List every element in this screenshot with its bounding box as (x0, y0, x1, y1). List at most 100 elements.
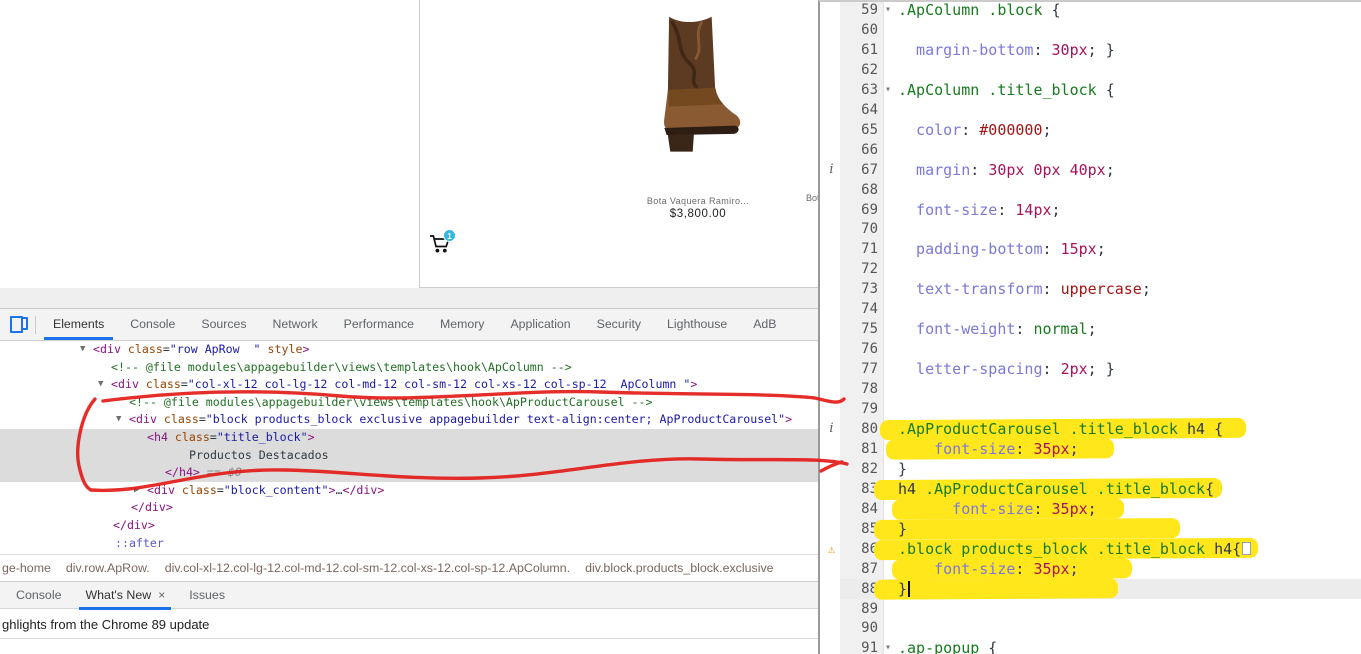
drawer-tab-close-icon[interactable]: × (158, 588, 165, 602)
drawer-tab-what-s-new[interactable]: What's New× (73, 582, 177, 609)
devtools-tab-lighthouse[interactable]: Lighthouse (654, 309, 740, 340)
code-line[interactable]: h4 .ApProductCarousel .title_block{ (898, 479, 1361, 499)
line-number[interactable]: 59 (840, 0, 878, 20)
line-number[interactable]: 86 (840, 539, 878, 559)
line-number[interactable]: 79 (840, 399, 878, 419)
expand-arrow-icon[interactable]: ▶ (134, 482, 139, 500)
line-number[interactable]: 76 (840, 339, 878, 359)
code-line[interactable] (898, 399, 1361, 419)
cart-button[interactable]: 1 (429, 234, 459, 262)
code-line[interactable]: } (898, 579, 1361, 599)
code-line[interactable] (898, 60, 1361, 80)
code-line[interactable]: color: #000000; (898, 120, 1361, 140)
elements-tree-row[interactable]: Productos Destacados (0, 447, 818, 465)
line-number[interactable]: 74 (840, 299, 878, 319)
line-number[interactable]: 83 (840, 479, 878, 499)
fold-arrow-icon[interactable]: ▾ (885, 638, 891, 654)
devtools-tab-adb[interactable]: AdB (740, 309, 789, 340)
line-number[interactable]: 80 (840, 419, 878, 439)
elements-tree-row[interactable]: ▶<div class="block_content">…</div> (0, 482, 818, 500)
code-line[interactable]: } (898, 459, 1361, 479)
code-line[interactable] (898, 219, 1361, 239)
line-number[interactable]: 77 (840, 359, 878, 379)
code-line[interactable]: .ap-popup { (898, 638, 1361, 654)
code-line[interactable]: .ApColumn .block { (898, 0, 1361, 20)
devtools-tab-network[interactable]: Network (260, 309, 331, 340)
drawer-tab-console[interactable]: Console (4, 582, 73, 609)
code-line[interactable]: font-size: 35px; (898, 439, 1361, 459)
line-number[interactable]: 68 (840, 180, 878, 200)
breadcrumb-item[interactable]: div.row.ApRow. (66, 561, 150, 575)
code-line[interactable] (898, 20, 1361, 40)
code-line[interactable] (898, 140, 1361, 160)
breadcrumb-item[interactable]: div.block.products_block.exclusive (585, 561, 773, 575)
line-number[interactable]: 62 (840, 60, 878, 80)
product-tile[interactable]: Bota Vaquera Ramiro... $3,800.00 (618, 8, 778, 228)
elements-tree-row[interactable]: </div> (0, 517, 818, 535)
code-line[interactable] (898, 259, 1361, 279)
line-number[interactable]: 84 (840, 499, 878, 519)
elements-tree-row[interactable]: ▼<div class="row ApRow " style> (0, 341, 818, 359)
line-number[interactable]: 66 (840, 140, 878, 160)
product-image-boot[interactable] (628, 12, 748, 154)
elements-tree-row[interactable]: </div> (0, 499, 818, 517)
line-number[interactable]: 85 (840, 519, 878, 539)
warning-icon[interactable]: ⚠ (824, 539, 839, 559)
info-icon[interactable]: i (824, 419, 839, 439)
code-line[interactable] (898, 299, 1361, 319)
fold-arrow-icon[interactable]: ▾ (885, 80, 891, 100)
code-line[interactable] (898, 379, 1361, 399)
code-line[interactable]: text-transform: uppercase; (898, 279, 1361, 299)
expand-arrow-icon[interactable]: ▼ (98, 376, 103, 394)
elements-tree-row[interactable]: <h4 class="title_block"> (0, 429, 818, 447)
fold-arrow-icon[interactable]: ▾ (885, 0, 891, 20)
line-number[interactable]: 87 (840, 559, 878, 579)
expand-arrow-icon[interactable]: ▼ (80, 341, 85, 359)
devtools-tab-application[interactable]: Application (497, 309, 583, 340)
code-line[interactable]: font-size: 35px; (898, 559, 1361, 579)
breadcrumb-item[interactable]: div.col-xl-12.col-lg-12.col-md-12.col-sm… (165, 561, 570, 575)
devtools-tab-console[interactable]: Console (117, 309, 188, 340)
code-line[interactable]: padding-bottom: 15px; (898, 239, 1361, 259)
devtools-tab-sources[interactable]: Sources (188, 309, 259, 340)
line-number[interactable]: 60 (840, 20, 878, 40)
line-number[interactable]: 88 (840, 579, 878, 599)
line-number[interactable]: 65 (840, 120, 878, 140)
code-line[interactable]: font-size: 35px; (898, 499, 1361, 519)
line-number[interactable]: 91 (840, 638, 878, 654)
devtools-tab-security[interactable]: Security (584, 309, 654, 340)
line-number[interactable]: 82 (840, 459, 878, 479)
elements-tree-row[interactable]: <!-- @file modules\appagebuilder\views\t… (0, 394, 818, 412)
elements-tree-row[interactable]: <!-- @file modules\appagebuilder\views\t… (0, 359, 818, 377)
line-number[interactable]: 90 (840, 618, 878, 638)
elements-tree-row[interactable]: ::after (0, 535, 818, 553)
code-line[interactable]: letter-spacing: 2px; } (898, 359, 1361, 379)
expand-arrow-icon[interactable]: ▼ (116, 411, 121, 429)
drawer-tab-issues[interactable]: Issues (177, 582, 237, 609)
line-number[interactable]: 78 (840, 379, 878, 399)
devtools-tab-performance[interactable]: Performance (331, 309, 427, 340)
line-number[interactable]: 75 (840, 319, 878, 339)
elements-tree-row[interactable]: ▼<div class="col-xl-12 col-lg-12 col-md-… (0, 376, 818, 394)
devtools-tab-elements[interactable]: Elements (40, 309, 117, 340)
code-line[interactable] (898, 100, 1361, 120)
line-number[interactable]: 81 (840, 439, 878, 459)
code-line[interactable] (898, 180, 1361, 200)
devtools-tab-memory[interactable]: Memory (427, 309, 497, 340)
code-line[interactable]: margin: 30px 0px 40px; (898, 160, 1361, 180)
elements-tree-row[interactable]: ▼<div class="block products_block exclus… (0, 411, 818, 429)
code-line[interactable] (898, 339, 1361, 359)
code-line[interactable] (898, 618, 1361, 638)
line-number[interactable]: 61 (840, 40, 878, 60)
line-number[interactable]: 73 (840, 279, 878, 299)
line-number[interactable]: 67 (840, 160, 878, 180)
breadcrumb-item[interactable]: ge-home (2, 561, 51, 575)
code-line[interactable]: font-weight: normal; (898, 319, 1361, 339)
product-name[interactable]: Bota Vaquera Ramiro... (618, 196, 778, 206)
code-line[interactable]: .ApColumn .title_block { (898, 80, 1361, 100)
code-line[interactable]: } (898, 519, 1361, 539)
elements-tree-row[interactable]: </h4> == $0 (0, 464, 818, 482)
line-number[interactable]: 63 (840, 80, 878, 100)
next-product-label-clipped[interactable]: Bot (806, 193, 818, 203)
info-icon[interactable]: i (824, 160, 839, 180)
